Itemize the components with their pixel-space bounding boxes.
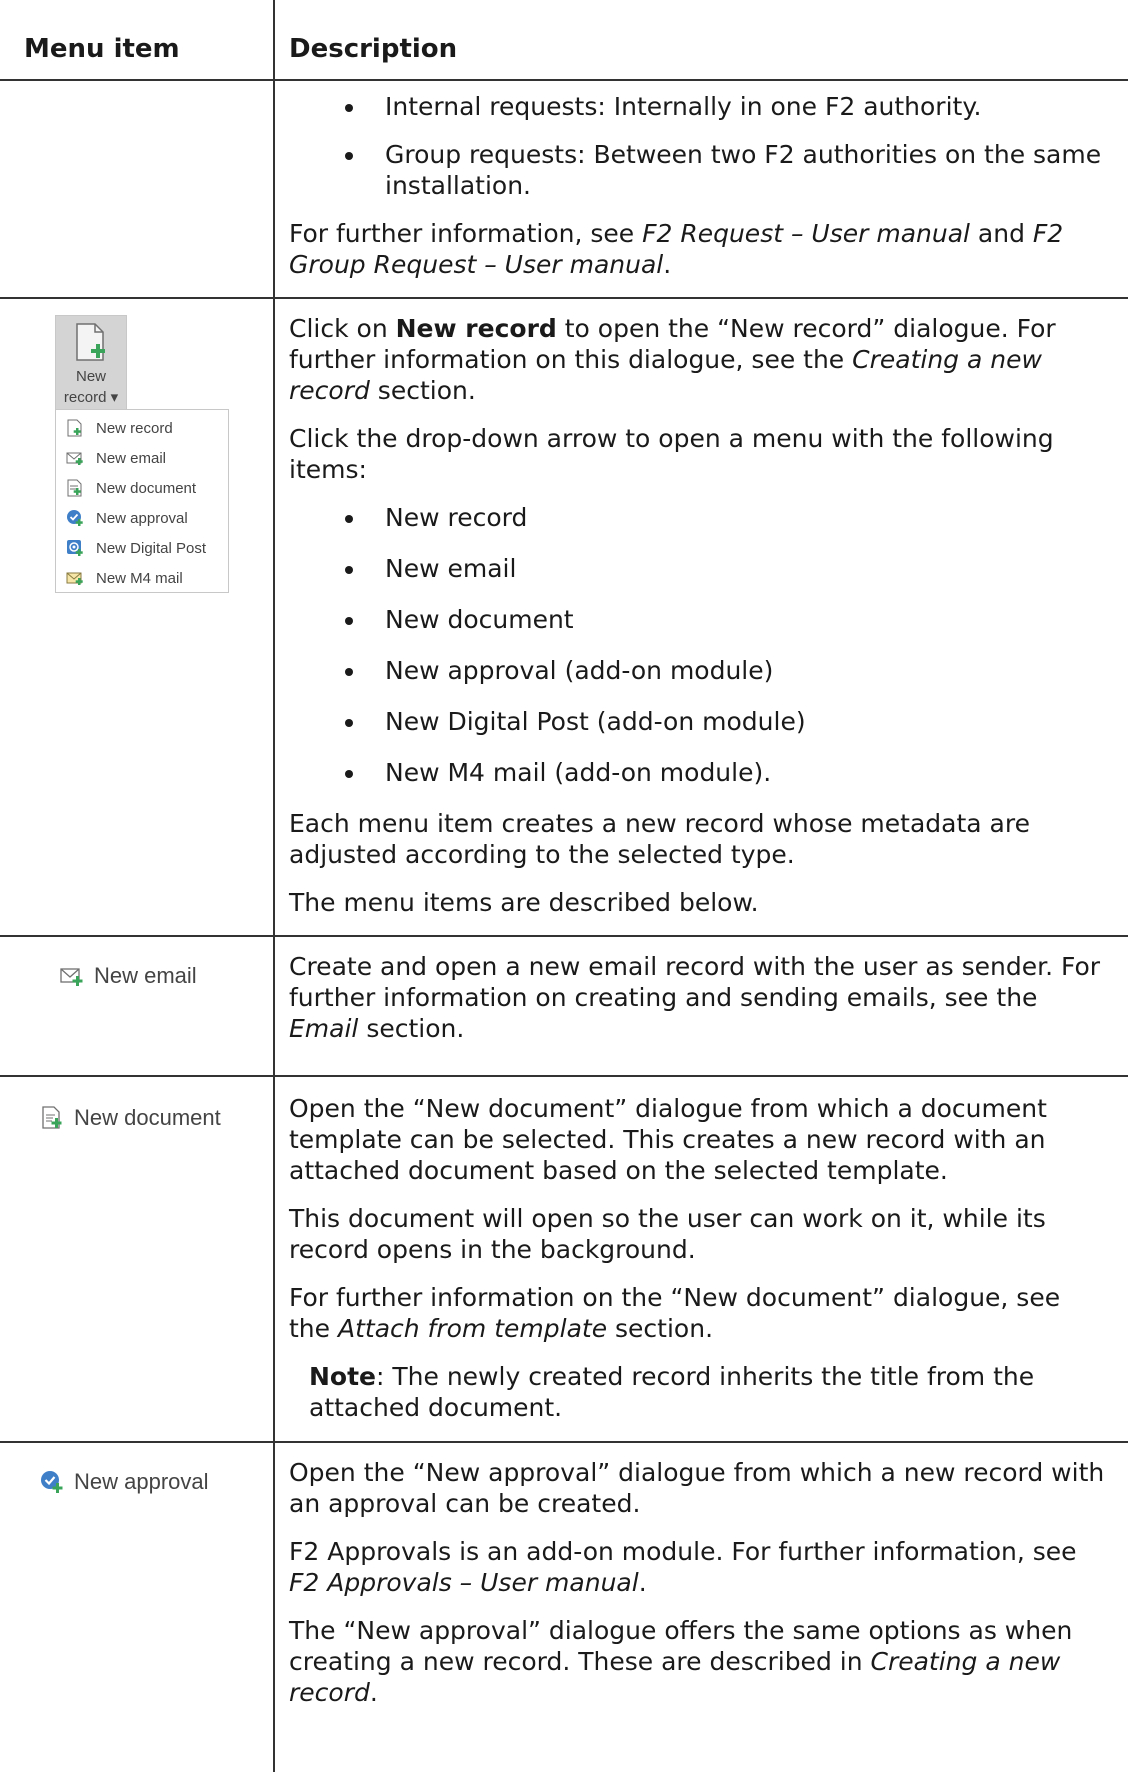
new-email-icon <box>66 452 83 465</box>
row3-paragraph: Create and open a new email record with … <box>289 952 1101 1043</box>
new-approval-label: New approval <box>74 1469 209 1494</box>
row4-item-cell: New document <box>0 1076 275 1442</box>
new-record-ribbon-button[interactable]: New record ▾ <box>55 315 127 413</box>
ribbon-label-line2: record ▾ <box>63 389 119 406</box>
header-menu-item-label: Menu item <box>24 34 180 64</box>
dropdown-item-new-document[interactable]: New document <box>56 473 228 503</box>
note-label: Note <box>309 1362 377 1391</box>
header-description: Description <box>274 0 1128 80</box>
list-item: New M4 mail (add-on module). <box>289 757 1108 788</box>
dropdown-item-new-approval[interactable]: New approval <box>56 503 228 533</box>
dropdown-item-new-email[interactable]: New email <box>56 443 228 473</box>
reference-link: F2 Request – User manual <box>642 219 970 248</box>
new-email-label: New email <box>94 963 197 988</box>
new-record-icon <box>76 323 105 361</box>
row4-paragraph-3: For further information on the “New docu… <box>289 1283 1061 1343</box>
row2-paragraph-1: Click on New record to open the “New rec… <box>289 314 1056 405</box>
new-digital-post-icon <box>67 540 83 556</box>
row5-description-cell: Open the “New approval” dialogue from wh… <box>274 1442 1128 1772</box>
row2-paragraph-3: Each menu item creates a new record whos… <box>289 809 1030 869</box>
row2-description-cell: Click on New record to open the “New rec… <box>274 298 1128 936</box>
reference-link: Email <box>289 1014 359 1043</box>
new-record-dropdown-menu: New record New email New document New ap… <box>55 409 229 593</box>
new-approval-item: New approval <box>0 1443 273 1495</box>
new-email-icon <box>60 968 83 986</box>
row1-item-cell <box>0 80 275 298</box>
dropdown-item-new-m4-mail[interactable]: New M4 mail <box>56 563 228 593</box>
document-page: Menu item Description Internal requests:… <box>0 0 1128 1772</box>
row1-description-cell: Internal requests: Internally in one F2 … <box>274 80 1128 298</box>
table-row: New record ▾ New record New email New do… <box>0 298 1128 936</box>
new-approval-icon <box>67 510 83 526</box>
bold-term: New record <box>395 314 557 343</box>
row2-item-cell: New record ▾ New record New email New do… <box>0 298 275 936</box>
table-header-row: Menu item Description <box>0 0 1128 80</box>
table-row: New email Create and open a new email re… <box>0 936 1128 1076</box>
dropdown-item-new-record[interactable]: New record <box>56 413 228 443</box>
list-item: Internal requests: Internally in one F2 … <box>289 91 1108 122</box>
new-document-label: New document <box>74 1105 221 1130</box>
row5-paragraph-1: Open the “New approval” dialogue from wh… <box>289 1458 1105 1518</box>
new-record-icon <box>67 419 82 437</box>
note-paragraph: Note: The newly created record inherits … <box>309 1362 1035 1422</box>
dropdown-item-new-digital-post[interactable]: New Digital Post <box>56 533 228 563</box>
row1-paragraph: For further information, see F2 Request … <box>289 219 1064 279</box>
table-row: New document Open the “New document” dia… <box>0 1076 1128 1442</box>
row3-description-cell: Create and open a new email record with … <box>274 936 1128 1076</box>
new-m4-mail-icon <box>66 572 83 585</box>
list-item: New email <box>289 553 1108 584</box>
list-item: New approval (add-on module) <box>289 655 1108 686</box>
row5-item-cell: New approval <box>0 1442 275 1772</box>
reference-link: F2 Approvals – User manual <box>289 1568 639 1597</box>
list-item: New Digital Post (add-on module) <box>289 706 1108 737</box>
row5-paragraph-3: The “New approval” dialogue offers the s… <box>289 1616 1073 1707</box>
row4-paragraph-1: Open the “New document” dialogue from wh… <box>289 1094 1047 1185</box>
row5-paragraph-2: F2 Approvals is an add-on module. For fu… <box>289 1537 1077 1597</box>
row2-bullet-list: New record New email New document New ap… <box>289 502 1108 788</box>
row2-paragraph-2: Click the drop-down arrow to open a menu… <box>289 424 1054 484</box>
row2-paragraph-4: The menu items are described below. <box>289 888 759 917</box>
table-row: New approval Open the “New approval” dia… <box>0 1442 1128 1772</box>
row4-paragraph-2: This document will open so the user can … <box>289 1204 1046 1264</box>
row4-description-cell: Open the “New document” dialogue from wh… <box>274 1076 1128 1442</box>
list-item: Group requests: Between two F2 authoriti… <box>289 139 1108 201</box>
menu-item-table: Menu item Description Internal requests:… <box>0 0 1128 1772</box>
header-description-label: Description <box>289 34 458 64</box>
new-document-icon <box>67 479 82 497</box>
list-item: New record <box>289 502 1108 533</box>
list-item: New document <box>289 604 1108 635</box>
row1-bullet-list: Internal requests: Internally in one F2 … <box>289 91 1108 201</box>
reference-link: Attach from template <box>337 1314 608 1343</box>
new-document-item: New document <box>0 1077 273 1131</box>
header-menu-item: Menu item <box>0 0 275 80</box>
new-email-item: New email <box>0 937 273 989</box>
new-document-icon <box>42 1106 62 1129</box>
row3-item-cell: New email <box>0 936 275 1076</box>
new-approval-icon <box>41 1471 63 1493</box>
table-row: Internal requests: Internally in one F2 … <box>0 80 1128 298</box>
ribbon-label-line1: New <box>75 368 106 385</box>
